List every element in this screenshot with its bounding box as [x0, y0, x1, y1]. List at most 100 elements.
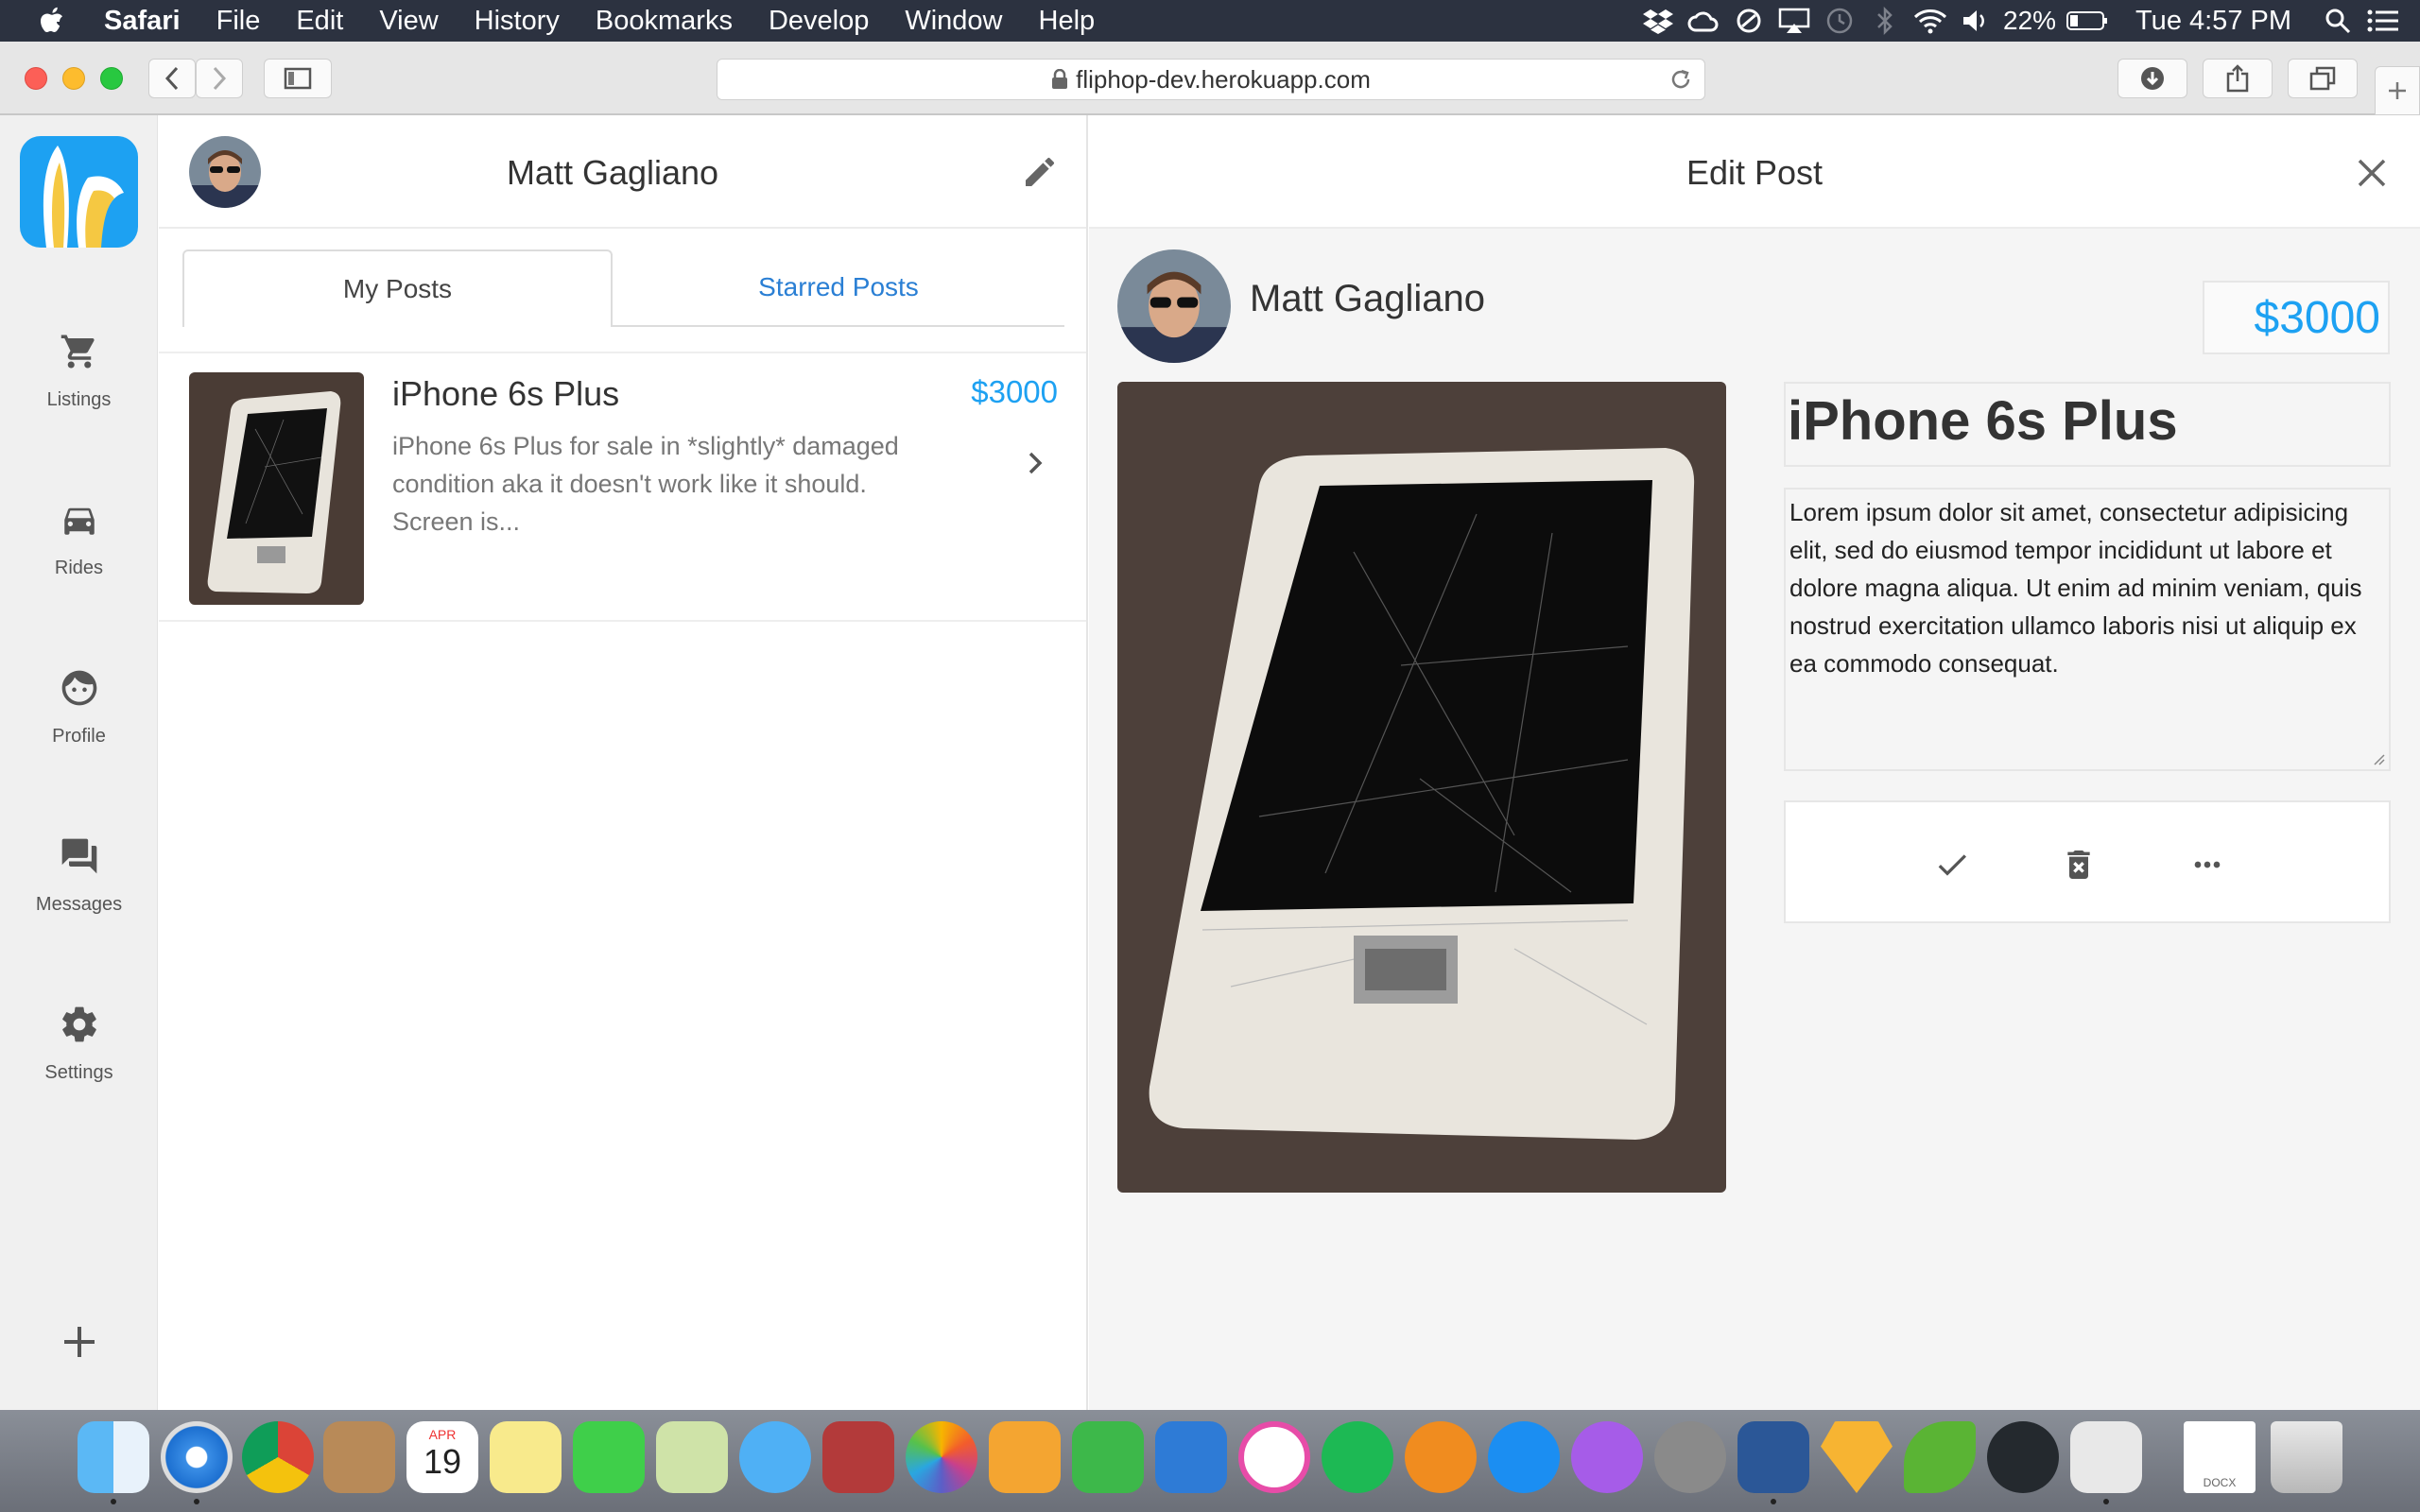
reload-icon[interactable]: [1668, 67, 1693, 92]
sync-icon[interactable]: [1731, 0, 1767, 42]
post-thumbnail: [189, 372, 364, 605]
menu-view[interactable]: View: [379, 6, 438, 37]
maps-icon[interactable]: [656, 1421, 728, 1493]
wifi-icon[interactable]: [1912, 0, 1948, 42]
post-actions: [1784, 800, 2391, 923]
app-sidebar: Listings Rides Profile Messages Settings: [0, 115, 158, 1410]
plus-icon: [2389, 82, 2406, 99]
menu-window[interactable]: Window: [905, 6, 1002, 37]
bluetooth-icon[interactable]: [1867, 0, 1903, 42]
sidebar-toggle-button[interactable]: [264, 59, 332, 98]
battery-percent: 22%: [2003, 6, 2057, 35]
keynote-icon[interactable]: [1155, 1421, 1227, 1493]
resize-grip-icon[interactable]: [2372, 752, 2385, 765]
tab-my-posts[interactable]: My Posts: [182, 249, 613, 327]
finder-icon[interactable]: [78, 1421, 149, 1493]
menu-edit[interactable]: Edit: [296, 6, 343, 37]
add-post-button[interactable]: [53, 1315, 106, 1368]
menu-develop[interactable]: Develop: [769, 6, 869, 37]
post-photo[interactable]: [1117, 382, 1726, 1193]
minimize-window-button[interactable]: [62, 67, 85, 90]
time-machine-icon[interactable]: [1822, 0, 1858, 42]
dropbox-icon[interactable]: [1640, 0, 1676, 42]
sidebar-item-settings[interactable]: Settings: [0, 996, 158, 1084]
spotlight-search-icon[interactable]: [2320, 0, 2356, 42]
sidebar-item-label: Messages: [35, 894, 123, 915]
address-bar[interactable]: fliphop-dev.herokuapp.com: [717, 59, 1705, 100]
safari-icon[interactable]: [161, 1421, 233, 1493]
apple-menu-icon[interactable]: [25, 0, 78, 42]
browser-toolbar: fliphop-dev.herokuapp.com: [0, 42, 2420, 115]
forward-button[interactable]: [196, 59, 243, 98]
menu-clock[interactable]: Tue 4:57 PM: [2135, 6, 2291, 37]
system-preferences-icon[interactable]: [1654, 1421, 1726, 1493]
list-item[interactable]: iPhone 6s Plus $3000 iPhone 6s Plus for …: [159, 352, 1086, 622]
zoom-window-button[interactable]: [100, 67, 123, 90]
tab-overview-button[interactable]: [2288, 59, 2358, 98]
sidebar-item-messages[interactable]: Messages: [0, 828, 158, 916]
spotify-icon[interactable]: [1322, 1421, 1393, 1493]
share-button[interactable]: [2203, 59, 2273, 98]
menu-history[interactable]: History: [475, 6, 560, 37]
tabs-icon: [2309, 66, 2336, 91]
messages-icon[interactable]: [739, 1421, 811, 1493]
fliphop-logo[interactable]: [20, 136, 138, 248]
description-textarea[interactable]: Lorem ipsum dolor sit amet, consectetur …: [1784, 488, 2391, 771]
fliphop-app: Listings Rides Profile Messages Settings: [0, 115, 2420, 1410]
itunes-icon[interactable]: [1238, 1421, 1310, 1493]
photo-booth-icon[interactable]: [822, 1421, 894, 1493]
docx-icon[interactable]: DOCX: [2184, 1421, 2256, 1493]
menu-file[interactable]: File: [216, 6, 261, 37]
menu-bookmarks[interactable]: Bookmarks: [596, 6, 733, 37]
chrome-icon[interactable]: [242, 1421, 314, 1493]
gear-icon: [61, 1006, 96, 1042]
panel-header: Matt Gagliano: [159, 115, 1086, 229]
chevron-right-icon[interactable]: [1021, 444, 1049, 482]
notes-icon[interactable]: [490, 1421, 562, 1493]
sidebar-item-rides[interactable]: Rides: [0, 491, 158, 579]
edit-profile-pencil-icon[interactable]: [1021, 153, 1059, 191]
calendar-month: APR: [428, 1427, 457, 1442]
back-button[interactable]: [148, 59, 196, 98]
title-input[interactable]: iPhone 6s Plus: [1784, 382, 2391, 467]
lock-icon: [1052, 69, 1068, 89]
app-store-icon[interactable]: [1488, 1421, 1560, 1493]
menu-app-name[interactable]: Safari: [104, 6, 181, 37]
tab-starred-posts[interactable]: Starred Posts: [613, 249, 1064, 327]
airplay-icon[interactable]: [1776, 0, 1812, 42]
volume-icon[interactable]: [1958, 0, 1994, 42]
word-icon[interactable]: [1737, 1421, 1809, 1493]
photos-icon[interactable]: [906, 1421, 977, 1493]
contacts-icon[interactable]: [323, 1421, 395, 1493]
calendar-icon[interactable]: APR 19: [406, 1421, 478, 1493]
post-description: iPhone 6s Plus for sale in *slightly* da…: [392, 432, 899, 536]
facetime-icon[interactable]: [573, 1421, 645, 1493]
feedback-icon[interactable]: [1571, 1421, 1643, 1493]
numbers-icon[interactable]: [1072, 1421, 1144, 1493]
menu-bar: Safari File Edit View History Bookmarks …: [0, 0, 2420, 42]
menu-help[interactable]: Help: [1039, 6, 1096, 37]
delete-button[interactable]: [2058, 844, 2100, 885]
creative-cloud-icon[interactable]: [1685, 0, 1721, 42]
price-input[interactable]: $3000: [2203, 281, 2390, 354]
save-button[interactable]: [1931, 844, 1973, 885]
sidebar-item-listings[interactable]: Listings: [0, 323, 158, 411]
sidebar-item-profile[interactable]: Profile: [0, 660, 158, 747]
github-icon[interactable]: [1987, 1421, 2059, 1493]
close-window-button[interactable]: [25, 67, 47, 90]
close-icon[interactable]: [2356, 157, 2388, 189]
post-price: $3000: [971, 374, 1058, 409]
pages-icon[interactable]: [989, 1421, 1061, 1493]
leaf-icon[interactable]: [1904, 1421, 1976, 1493]
ibooks-icon[interactable]: [1405, 1421, 1477, 1493]
new-tab-button[interactable]: [2375, 66, 2420, 115]
battery-icon[interactable]: [2066, 0, 2109, 42]
plus-icon: [64, 1327, 95, 1357]
trash-icon[interactable]: [2271, 1421, 2342, 1493]
slack-icon[interactable]: [2070, 1421, 2142, 1493]
more-options-button[interactable]: [2187, 844, 2228, 885]
avatar[interactable]: [1117, 249, 1231, 363]
sketch-icon[interactable]: [1821, 1421, 1893, 1493]
downloads-button[interactable]: [2118, 59, 2187, 98]
notification-center-icon[interactable]: [2365, 0, 2401, 42]
